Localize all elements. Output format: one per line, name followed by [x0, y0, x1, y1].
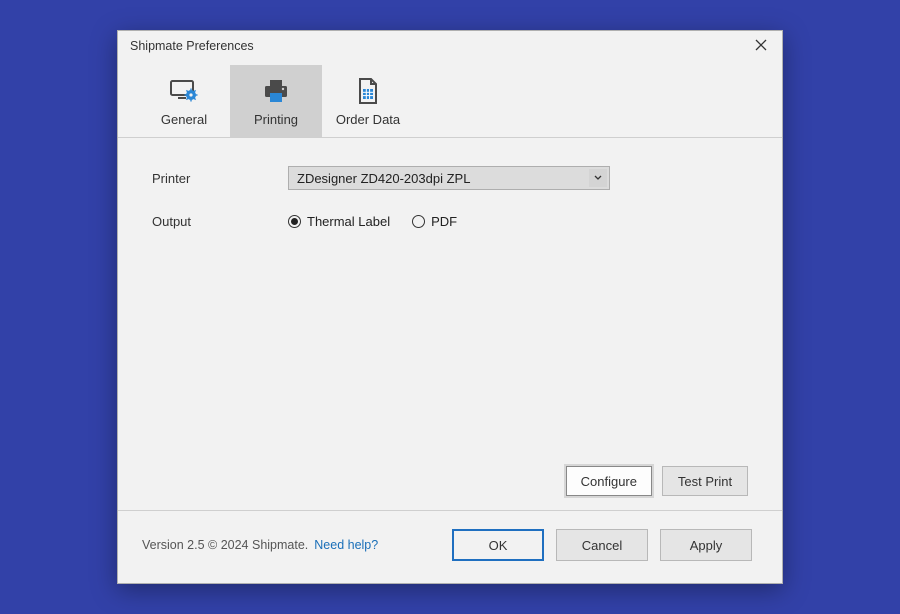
row-output: Output Thermal Label PDF [152, 214, 748, 229]
close-button[interactable] [746, 34, 776, 58]
radio-label: PDF [431, 214, 457, 229]
configure-button[interactable]: Configure [566, 466, 652, 496]
dialog-footer: Version 2.5 © 2024 Shipmate. Need help? … [118, 510, 782, 583]
label-output: Output [152, 214, 288, 229]
radio-label: Thermal Label [307, 214, 390, 229]
ok-button[interactable]: OK [452, 529, 544, 561]
apply-button[interactable]: Apply [660, 529, 752, 561]
document-data-icon [353, 76, 383, 106]
chevron-down-icon [589, 169, 607, 187]
label-printer: Printer [152, 171, 288, 186]
radio-thermal-label[interactable]: Thermal Label [288, 214, 390, 229]
preferences-dialog: Shipmate Preferences [117, 30, 783, 584]
radio-pdf[interactable]: PDF [412, 214, 457, 229]
row-printer: Printer ZDesigner ZD420-203dpi ZPL [152, 166, 748, 190]
radio-icon [412, 215, 425, 228]
monitor-gear-icon [169, 76, 199, 106]
footer-info: Version 2.5 © 2024 Shipmate. Need help? [142, 538, 378, 552]
tab-label: General [161, 112, 207, 127]
output-radio-group: Thermal Label PDF [288, 214, 457, 229]
tab-label: Printing [254, 112, 298, 127]
titlebar: Shipmate Preferences [118, 31, 782, 61]
printer-icon [261, 76, 291, 106]
help-link[interactable]: Need help? [314, 538, 378, 552]
close-icon [755, 39, 767, 54]
cancel-button[interactable]: Cancel [556, 529, 648, 561]
tab-strip: General Printing [118, 61, 782, 138]
tab-printing[interactable]: Printing [230, 65, 322, 137]
printer-dropdown[interactable]: ZDesigner ZD420-203dpi ZPL [288, 166, 610, 190]
tab-general[interactable]: General [138, 65, 230, 137]
tab-content-printing: Printer ZDesigner ZD420-203dpi ZPL Outpu… [118, 138, 782, 510]
tab-label: Order Data [336, 112, 400, 127]
footer-buttons: OK Cancel Apply [452, 529, 752, 561]
radio-icon [288, 215, 301, 228]
tab-order-data[interactable]: Order Data [322, 65, 414, 137]
test-print-button[interactable]: Test Print [662, 466, 748, 496]
version-text: Version 2.5 © 2024 Shipmate. [142, 538, 308, 552]
printer-dropdown-value: ZDesigner ZD420-203dpi ZPL [297, 171, 470, 186]
window-title: Shipmate Preferences [130, 39, 254, 53]
content-action-row: Configure Test Print [566, 466, 748, 496]
